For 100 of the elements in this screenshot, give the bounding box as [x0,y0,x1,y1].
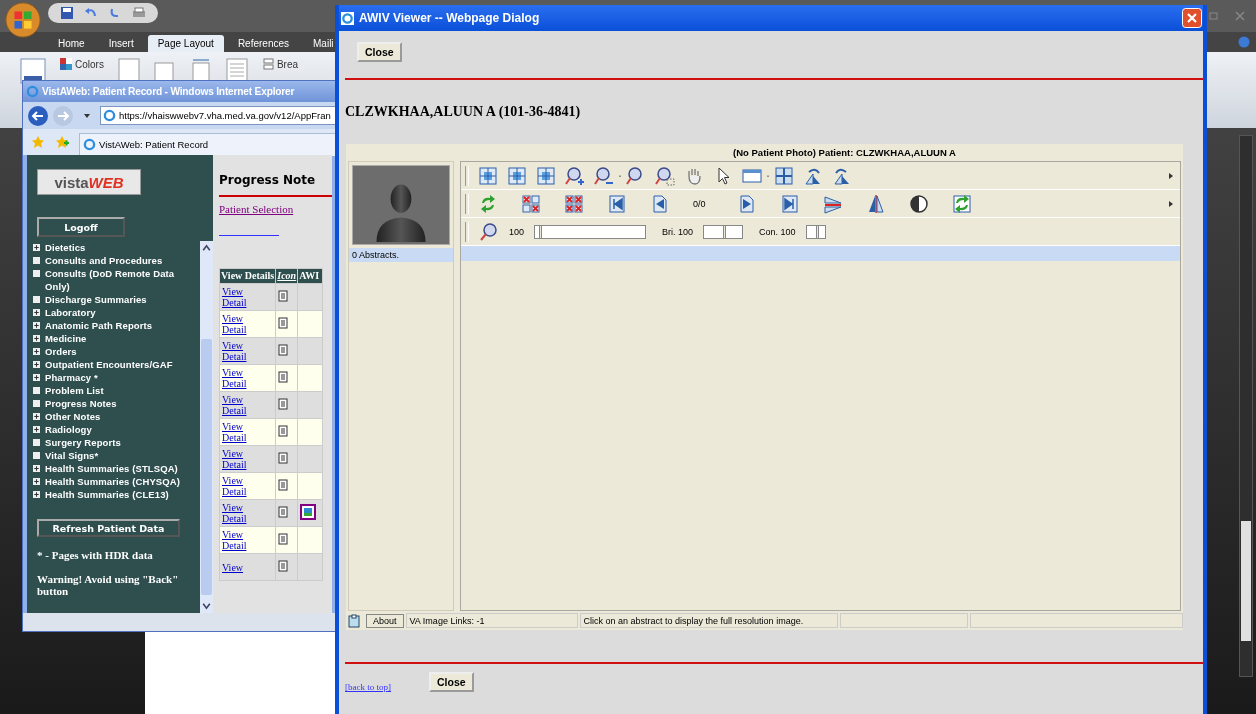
reload-icon[interactable] [951,193,972,214]
contrast-icon[interactable] [908,193,929,214]
ribbon-tab[interactable]: Insert [98,35,144,52]
contrast-label: Con. 100 [759,226,796,237]
page-break-icon [261,58,274,70]
window-title: VistAWeb: Patient Record - Windows Internet Explorer [42,86,295,97]
ribbon-tab[interactable]: Page Layout [147,35,224,52]
browser-icon [26,85,39,98]
nav-link[interactable]: Anatomic Path Reports [45,319,153,332]
save-icon[interactable] [60,6,74,20]
nav-link[interactable]: Outpatient Encounters/GAF [45,358,173,371]
contrast-slider[interactable] [805,224,826,239]
scroll-bar[interactable] [200,241,213,613]
document-icon [278,506,289,518]
browser-tab[interactable]: VistAWeb: Patient Record [79,132,336,156]
nav-link[interactable]: Surgery Reports [45,436,121,449]
breaks-button[interactable]: Brea [261,58,299,70]
first-page-icon[interactable] [607,193,627,214]
column-header: View Details [219,268,276,284]
print-icon[interactable] [132,6,146,20]
zoom-out-icon[interactable] [594,165,614,186]
nav-link[interactable]: Health Summaries (CHYSQA) [45,475,180,488]
viewer-header: (No Patient Photo) Patient: CLZWKHAA,ALUUN A [732,146,957,160]
page-icon [83,138,96,151]
expand-icon[interactable] [33,491,40,498]
last-page-icon[interactable] [779,193,800,214]
remove-all-icon[interactable] [564,193,584,214]
more-icon[interactable] [1168,199,1174,208]
document-icon [278,560,289,572]
document-icon [278,317,289,329]
refresh-button[interactable]: Refresh Patient Data [37,519,180,537]
clipboard-icon[interactable] [348,613,360,628]
view-detail-link[interactable]: View [222,561,246,573]
document-icon [278,398,289,410]
document-icon [278,425,289,437]
address-field[interactable]: https://vhaiswwebv7.vha.med.va.gov/v12/AppFran [100,106,336,125]
document-icon [278,452,289,464]
column-header[interactable]: Icon [275,268,298,284]
zoom-in-icon[interactable] [565,165,585,186]
back-icon[interactable] [27,104,49,127]
color-swatch-icon [60,58,72,70]
browser-icon [341,11,354,25]
office-button-icon[interactable] [4,1,42,39]
document-icon [278,371,289,383]
nav-link[interactable]: Health Summaries (STLSQA) [45,462,178,475]
ribbon-tab[interactable]: Home [48,35,95,52]
scroll-bar[interactable] [1239,135,1253,677]
ribbon-tab[interactable]: References [227,35,299,52]
colors-button[interactable]: Colors [60,58,104,70]
nav-link[interactable]: Problem List [45,384,104,397]
expand-icon[interactable] [33,374,40,381]
logoff-button[interactable]: Logoff [37,217,125,237]
grid-icon[interactable] [774,165,794,186]
expand-icon[interactable] [33,335,40,342]
expand-icon[interactable] [33,426,40,433]
more-icon[interactable] [1168,171,1174,180]
nav-link[interactable]: Radiology [45,423,92,436]
zoom-region-icon[interactable] [655,165,675,186]
zoom-slider[interactable] [534,224,647,239]
zoom-icon [479,221,499,242]
close-button[interactable]: Close [429,672,474,692]
nav-link[interactable]: Laboratory [45,306,96,319]
nav-link[interactable]: Health Summaries (CLE13) [45,488,169,501]
nav-link[interactable]: Dietetics [45,241,86,254]
patient-selection-link[interactable]: Patient Selection [219,203,294,215]
nav-link[interactable]: Orders [45,345,77,358]
add-favorite-icon[interactable] [55,135,69,149]
nav-link[interactable]: Consults and Procedures [45,254,163,267]
expand-icon[interactable] [33,244,40,251]
expand-icon[interactable] [33,348,40,355]
about-button[interactable]: About [366,613,404,628]
close-button[interactable]: Close [357,42,402,62]
brightness-slider[interactable] [703,224,744,239]
nav-link[interactable]: Other Notes [45,410,101,423]
nav-link[interactable]: Discharge Summaries [45,293,147,306]
nav-link[interactable]: Pharmacy * [45,371,98,384]
expand-icon[interactable] [33,322,40,329]
expand-icon[interactable] [33,309,40,316]
previous-icon[interactable] [650,193,670,214]
nav-link[interactable]: Progress Notes [45,397,117,410]
nav-link[interactable]: Consults (DoD Remote Data Only) [45,267,200,293]
expand-icon[interactable] [33,478,40,485]
image-links-status: VA Image Links: -1 [405,613,578,628]
expand-icon[interactable] [33,413,40,420]
remove-image-icon[interactable] [521,193,541,214]
expand-icon[interactable] [33,465,40,472]
nav-link[interactable]: Vital Signs* [45,449,99,462]
themes-icon[interactable] [20,58,46,84]
zoom-value: 100 [509,226,525,237]
nav-link[interactable]: Medicine [45,332,87,345]
back-to-top-link[interactable]: [back to top] [345,682,391,692]
document-icon [278,533,289,545]
page-counter: 0/0 [693,198,706,209]
favorites-star-icon[interactable] [31,135,45,149]
expand-icon[interactable] [33,361,40,368]
page-icon [103,109,116,122]
document-icon [278,290,289,302]
flip-vertical-icon[interactable] [822,193,843,214]
image-icon[interactable] [300,504,317,520]
document-icon [278,344,289,356]
